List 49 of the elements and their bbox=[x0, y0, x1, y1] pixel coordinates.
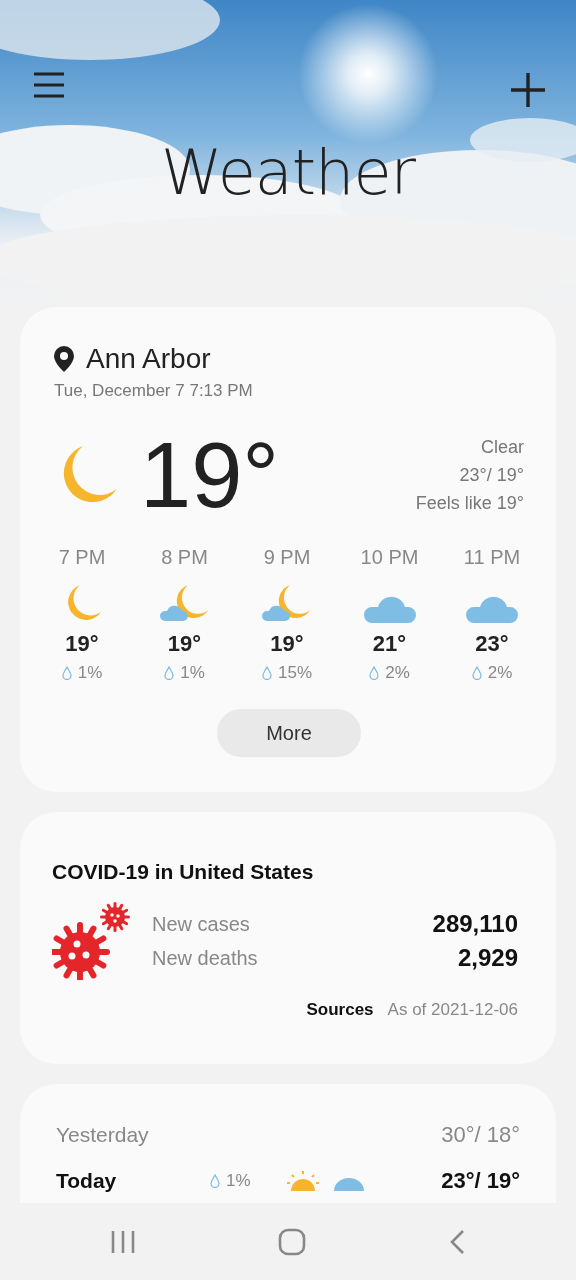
hour-label: 7 PM bbox=[58, 546, 106, 569]
sun-icon bbox=[286, 1171, 320, 1191]
raindrop-icon bbox=[369, 666, 380, 680]
raindrop-icon bbox=[471, 666, 482, 680]
feels-like-text: Feels like 19° bbox=[415, 492, 524, 515]
app-title: Weather bbox=[159, 136, 417, 209]
precipitation-text: 15% bbox=[278, 663, 312, 683]
current-temperature: 19° bbox=[140, 429, 280, 521]
stat-label: New cases bbox=[152, 912, 250, 936]
card-title: COVID-19 in United States bbox=[52, 860, 315, 884]
hour-temperature: 19° bbox=[65, 631, 99, 657]
hour-temperature: 19° bbox=[167, 631, 202, 657]
raindrop-icon bbox=[210, 1174, 220, 1188]
location-pin-icon bbox=[54, 346, 74, 372]
home-icon[interactable] bbox=[278, 1227, 306, 1256]
back-icon[interactable] bbox=[448, 1228, 465, 1255]
hour-label: 10 PM bbox=[360, 546, 419, 569]
raindrop-icon bbox=[164, 666, 175, 680]
add-icon[interactable] bbox=[510, 72, 546, 108]
hour-temperature: 19° bbox=[270, 631, 304, 657]
more-button[interactable]: More bbox=[217, 709, 361, 757]
precipitation-text: 1% bbox=[77, 663, 103, 683]
sources-link[interactable]: Sources bbox=[306, 1000, 374, 1020]
precipitation-text: 2% bbox=[487, 663, 513, 683]
stat-label: New deaths bbox=[152, 946, 258, 970]
condition-text: Clear bbox=[480, 436, 524, 459]
raindrop-icon bbox=[262, 666, 272, 680]
hour-temperature: 23° bbox=[475, 631, 509, 657]
date-time: Tue, December 7 7:13 PM bbox=[54, 381, 254, 401]
hour-label: 9 PM bbox=[263, 546, 311, 569]
location-name[interactable]: Ann Arbor bbox=[86, 343, 211, 375]
virus-icon bbox=[52, 902, 130, 980]
day-label: Yesterday bbox=[56, 1123, 150, 1147]
stat-value: 289,110 bbox=[432, 910, 518, 938]
hour-temperature: 21° bbox=[372, 631, 407, 657]
precipitation-text: 1% bbox=[226, 1171, 251, 1191]
menu-icon[interactable] bbox=[34, 72, 64, 98]
high-low-temperature: 23°/ 19° bbox=[441, 1168, 520, 1194]
day-label: Today bbox=[56, 1169, 118, 1193]
precipitation-text: 1% bbox=[180, 663, 205, 683]
raindrop-icon bbox=[61, 666, 72, 680]
recent-apps-icon[interactable] bbox=[111, 1229, 136, 1254]
stat-value: 2,929 bbox=[457, 944, 518, 972]
precipitation-text: 2% bbox=[385, 663, 410, 683]
high-low-temperature: 23°/ 19° bbox=[458, 464, 524, 487]
hour-label: 8 PM bbox=[161, 546, 208, 569]
hour-label: 11 PM bbox=[463, 546, 521, 569]
as-of-date: As of 2021-12-06 bbox=[387, 1000, 518, 1020]
high-low-temperature: 30°/ 18° bbox=[441, 1122, 520, 1148]
